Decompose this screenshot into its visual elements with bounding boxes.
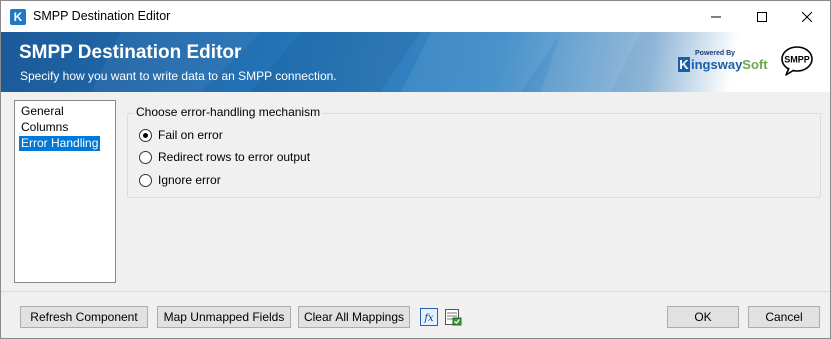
fx-icon[interactable]: fx bbox=[420, 308, 438, 326]
option-ignore-error[interactable]: Ignore error bbox=[139, 172, 221, 188]
map-unmapped-fields-button[interactable]: Map Unmapped Fields bbox=[157, 306, 291, 328]
radio-label: Ignore error bbox=[158, 173, 221, 187]
minimize-button[interactable] bbox=[693, 1, 739, 32]
refresh-component-button[interactable]: Refresh Component bbox=[20, 306, 148, 328]
banner-subtitle: Specify how you want to write data to an… bbox=[20, 69, 337, 83]
svg-text:fx: fx bbox=[423, 313, 434, 324]
error-handling-legend: Choose error-handling mechanism bbox=[134, 105, 323, 119]
clear-all-mappings-button[interactable]: Clear All Mappings bbox=[298, 306, 410, 328]
banner-title: SMPP Destination Editor bbox=[19, 42, 242, 63]
button-bar: Refresh Component Map Unmapped Fields Cl… bbox=[1, 291, 830, 338]
editor-window: K SMPP Destination Editor SMPP Destinati… bbox=[0, 0, 831, 339]
radio-redirect-rows[interactable] bbox=[139, 150, 152, 164]
brand-wordmark: KingswaySoft bbox=[678, 57, 768, 72]
nav-item-columns[interactable]: Columns bbox=[19, 120, 70, 135]
maximize-button[interactable] bbox=[739, 1, 785, 32]
radio-fail-on-error[interactable] bbox=[139, 128, 152, 142]
radio-ignore-error[interactable] bbox=[139, 173, 152, 187]
minimize-icon bbox=[711, 16, 721, 17]
close-button[interactable] bbox=[784, 1, 830, 32]
radio-label: Redirect rows to error output bbox=[158, 150, 311, 164]
option-fail-on-error[interactable]: Fail on error bbox=[139, 127, 223, 143]
header-banner: SMPP Destination Editor Specify how you … bbox=[1, 32, 830, 92]
close-icon bbox=[802, 11, 812, 22]
kingswaysoft-app-icon: K bbox=[10, 9, 26, 25]
ok-button[interactable]: OK bbox=[667, 306, 739, 328]
title-bar: K SMPP Destination Editor bbox=[1, 1, 830, 32]
nav-item-error-handling[interactable]: Error Handling bbox=[19, 136, 101, 151]
option-redirect-rows[interactable]: Redirect rows to error output bbox=[139, 149, 310, 165]
smpp-badge-icon: SMPP bbox=[781, 46, 813, 76]
maximize-icon bbox=[757, 11, 767, 22]
radio-label: Fail on error bbox=[158, 128, 223, 142]
brand-powered-by: Powered By bbox=[695, 50, 736, 57]
brand-k: K bbox=[678, 57, 690, 72]
brand-name-1: ingsway bbox=[691, 57, 743, 72]
smpp-badge-text: SMPP bbox=[784, 55, 810, 65]
page-nav-list[interactable]: General Columns Error Handling bbox=[14, 100, 116, 283]
cancel-button[interactable]: Cancel bbox=[748, 306, 820, 328]
nav-item-general[interactable]: General bbox=[19, 104, 66, 119]
window-title: SMPP Destination Editor bbox=[33, 9, 171, 23]
spreadsheet-icon[interactable] bbox=[444, 308, 462, 326]
brand-name-2: Soft bbox=[742, 57, 768, 72]
kingswaysoft-logo: Powered By KingswaySoft bbox=[678, 50, 768, 76]
